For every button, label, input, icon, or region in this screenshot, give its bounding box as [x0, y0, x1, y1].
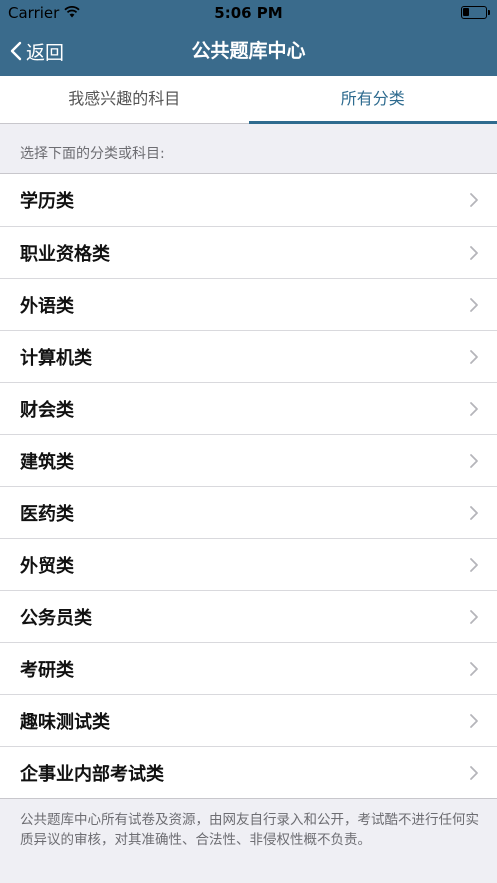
category-item[interactable]: 职业资格类 [0, 226, 497, 278]
chevron-left-icon [10, 41, 22, 61]
back-button[interactable]: 返回 [10, 26, 64, 76]
chevron-right-icon [469, 661, 479, 677]
navigation-bar: 返回 公共题库中心 [0, 26, 497, 76]
category-label: 职业资格类 [20, 243, 110, 265]
tab-all-categories[interactable]: 所有分类 [248, 76, 497, 124]
category-item[interactable]: 外贸类 [0, 538, 497, 590]
category-label: 财会类 [20, 399, 74, 421]
chevron-right-icon [469, 557, 479, 573]
tab-interested-subjects[interactable]: 我感兴趣的科目 [0, 76, 249, 123]
category-label: 考研类 [20, 659, 74, 681]
chevron-right-icon [469, 765, 479, 781]
category-item[interactable]: 学历类 [0, 174, 497, 226]
chevron-right-icon [469, 505, 479, 521]
category-label: 公务员类 [20, 607, 92, 629]
category-label: 计算机类 [20, 347, 92, 369]
chevron-right-icon [469, 453, 479, 469]
disclaimer-note: 公共题库中心所有试卷及资源，由网友自行录入和公开，考试酷不进行任何实质异议的审核… [20, 812, 479, 848]
chevron-right-icon [469, 349, 479, 365]
battery-icon [461, 6, 490, 19]
page-title: 公共题库中心 [191, 40, 306, 62]
category-item[interactable]: 外语类 [0, 278, 497, 330]
chevron-right-icon [469, 401, 479, 417]
chevron-right-icon [469, 297, 479, 313]
segment-tabs: 我感兴趣的科目 所有分类 [0, 76, 497, 124]
category-list: 学历类职业资格类外语类计算机类财会类建筑类医药类外贸类公务员类考研类趣味测试类企… [0, 173, 497, 799]
category-label: 企事业内部考试类 [20, 763, 164, 785]
category-item[interactable]: 财会类 [0, 382, 497, 434]
category-label: 学历类 [20, 191, 74, 212]
category-item[interactable]: 医药类 [0, 486, 497, 538]
section-header: 选择下面的分类或科目: [20, 146, 165, 162]
category-label: 建筑类 [20, 451, 74, 473]
chevron-right-icon [469, 609, 479, 625]
category-item[interactable]: 计算机类 [0, 330, 497, 382]
category-label: 趣味测试类 [20, 711, 110, 733]
category-item[interactable]: 企事业内部考试类 [0, 746, 497, 798]
category-item[interactable]: 趣味测试类 [0, 694, 497, 746]
category-item[interactable]: 考研类 [0, 642, 497, 694]
category-item[interactable]: 建筑类 [0, 434, 497, 486]
battery-fill [463, 8, 469, 16]
chevron-right-icon [469, 713, 479, 729]
status-bar: Carrier 5:06 PM [0, 0, 497, 26]
category-item[interactable]: 公务员类 [0, 590, 497, 642]
category-label: 医药类 [20, 503, 74, 525]
chevron-right-icon [469, 192, 479, 208]
status-time: 5:06 PM [214, 4, 283, 22]
chevron-right-icon [469, 245, 479, 261]
category-label: 外贸类 [20, 555, 74, 577]
back-label: 返回 [26, 41, 65, 64]
category-label: 外语类 [20, 295, 74, 317]
